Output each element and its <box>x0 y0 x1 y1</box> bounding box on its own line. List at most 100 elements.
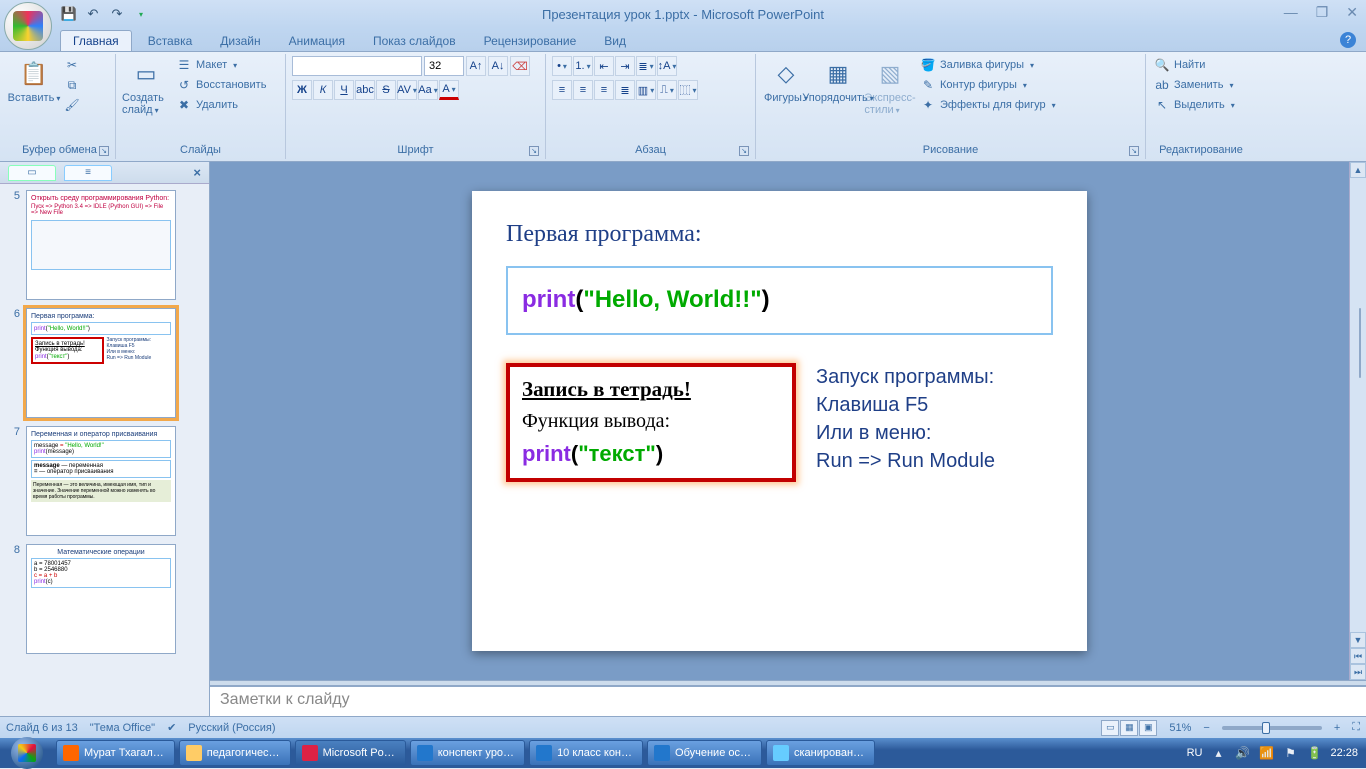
font-color-button[interactable]: A <box>439 80 459 100</box>
reset-button[interactable]: ↺Восстановить <box>174 76 268 94</box>
tray-chevron-icon[interactable]: ▴ <box>1210 745 1226 761</box>
dialog-launcher-icon[interactable]: ↘ <box>1129 146 1139 156</box>
align-text-button[interactable]: ⎍ <box>657 80 677 100</box>
text-direction-button[interactable]: ↕A <box>657 56 677 76</box>
network-icon[interactable]: 📶 <box>1258 745 1274 761</box>
outline-tab[interactable]: ≡ <box>64 165 112 181</box>
scroll-thumb[interactable] <box>1359 308 1361 378</box>
taskbar-item[interactable]: Microsoft Po… <box>295 740 406 766</box>
normal-view-button[interactable]: ▭ <box>1101 720 1119 736</box>
slideshow-view-button[interactable]: ▣ <box>1139 720 1157 736</box>
find-button[interactable]: 🔍Найти <box>1152 56 1237 74</box>
justify-button[interactable]: ≣ <box>615 80 635 100</box>
taskbar-item[interactable]: Мурат Тхагал… <box>56 740 175 766</box>
tab-slideshow[interactable]: Показ слайдов <box>361 31 468 51</box>
shadow-button[interactable]: abc <box>355 80 375 100</box>
copy-button[interactable]: ⧉ <box>62 76 82 94</box>
slides-tab[interactable]: ▭ <box>8 165 56 181</box>
save-icon[interactable]: 💾 <box>60 5 78 23</box>
tab-home[interactable]: Главная <box>60 30 132 51</box>
help-icon[interactable]: ? <box>1340 32 1356 48</box>
qat-dropdown-icon[interactable]: ▾ <box>132 5 150 23</box>
close-button[interactable]: ✕ <box>1346 4 1358 21</box>
zoom-value[interactable]: 51% <box>1169 722 1191 734</box>
indent-button[interactable]: ⇥ <box>615 56 635 76</box>
font-size-combo[interactable] <box>424 56 464 76</box>
scroll-down-icon[interactable]: ▼ <box>1350 632 1366 648</box>
dialog-launcher-icon[interactable]: ↘ <box>739 146 749 156</box>
change-case-button[interactable]: Aa <box>418 80 438 100</box>
taskbar-item[interactable]: 10 класс кон… <box>529 740 643 766</box>
columns-button[interactable]: ▥ <box>636 80 656 100</box>
zoom-out-button[interactable]: − <box>1203 722 1209 734</box>
next-slide-icon[interactable]: ⏭ <box>1350 664 1366 680</box>
tray-clock[interactable]: 22:28 <box>1330 747 1358 759</box>
numbering-button[interactable]: 1. <box>573 56 593 76</box>
redo-icon[interactable]: ↷ <box>108 5 126 23</box>
dialog-launcher-icon[interactable]: ↘ <box>529 146 539 156</box>
cut-button[interactable]: ✂ <box>62 56 82 74</box>
paste-button[interactable]: 📋 Вставить <box>10 56 58 104</box>
thumb-5[interactable]: 5 Открыть среду программирования Python:… <box>8 190 201 300</box>
undo-icon[interactable]: ↶ <box>84 5 102 23</box>
tab-animation[interactable]: Анимация <box>277 31 357 51</box>
char-spacing-button[interactable]: AV <box>397 80 417 100</box>
shrink-font-button[interactable]: A↓ <box>488 56 508 76</box>
new-slide-button[interactable]: ▭ Создать слайд <box>122 56 170 116</box>
strike-button[interactable]: S <box>376 80 396 100</box>
tab-design[interactable]: Дизайн <box>208 31 272 51</box>
tab-review[interactable]: Рецензирование <box>472 31 589 51</box>
align-right-button[interactable]: ≡ <box>594 80 614 100</box>
sorter-view-button[interactable]: ▦ <box>1120 720 1138 736</box>
spellcheck-icon[interactable]: ✔ <box>167 721 176 734</box>
zoom-in-button[interactable]: + <box>1334 722 1340 734</box>
shape-outline-button[interactable]: ✎Контур фигуры <box>918 76 1058 94</box>
taskbar-item[interactable]: педагогичес… <box>179 740 291 766</box>
outdent-button[interactable]: ⇤ <box>594 56 614 76</box>
volume-icon[interactable]: 🔊 <box>1234 745 1250 761</box>
language-status[interactable]: Русский (Россия) <box>188 722 275 734</box>
zoom-handle[interactable] <box>1262 722 1270 734</box>
align-left-button[interactable]: ≡ <box>552 80 572 100</box>
delete-slide-button[interactable]: ✖Удалить <box>174 96 268 114</box>
thumb-6[interactable]: 6 Первая программа: print("Hello, World!… <box>8 308 201 418</box>
vertical-scrollbar[interactable]: ▲ ▼ ⏮ ⏭ <box>1349 162 1366 680</box>
line-spacing-button[interactable]: ≣ <box>636 56 656 76</box>
align-center-button[interactable]: ≡ <box>573 80 593 100</box>
minimize-button[interactable]: — <box>1284 4 1298 21</box>
taskbar-item[interactable]: сканирован… <box>766 740 875 766</box>
shape-fill-button[interactable]: 🪣Заливка фигуры <box>918 56 1058 74</box>
smartart-button[interactable]: ⿲ <box>678 80 698 100</box>
replace-button[interactable]: abЗаменить <box>1152 76 1237 94</box>
start-button[interactable] <box>0 738 54 768</box>
restore-button[interactable]: ❐ <box>1316 4 1329 21</box>
office-button[interactable] <box>4 2 52 50</box>
tab-insert[interactable]: Вставка <box>136 31 205 51</box>
zoom-slider[interactable] <box>1222 726 1322 730</box>
slide-stage[interactable]: Первая программа: print("Hello, World!!"… <box>210 162 1366 680</box>
bold-button[interactable]: Ж <box>292 80 312 100</box>
tray-lang[interactable]: RU <box>1187 747 1203 759</box>
panel-close-icon[interactable]: × <box>193 165 201 180</box>
select-button[interactable]: ↖Выделить <box>1152 96 1237 114</box>
format-painter-button[interactable]: 🖌 <box>62 96 82 114</box>
quick-styles-button[interactable]: ▧Экспресс-стили <box>866 56 914 116</box>
action-center-icon[interactable]: ⚑ <box>1282 745 1298 761</box>
notes-pane[interactable]: Заметки к слайду <box>210 686 1366 716</box>
underline-button[interactable]: Ч <box>334 80 354 100</box>
shape-effects-button[interactable]: ✦Эффекты для фигур <box>918 96 1058 114</box>
scroll-up-icon[interactable]: ▲ <box>1350 162 1366 178</box>
font-name-combo[interactable] <box>292 56 422 76</box>
grow-font-button[interactable]: A↑ <box>466 56 486 76</box>
bullets-button[interactable]: • <box>552 56 572 76</box>
taskbar-item[interactable]: Обучение ос… <box>647 740 762 766</box>
battery-icon[interactable]: 🔋 <box>1306 745 1322 761</box>
thumb-7[interactable]: 7 Переменная и оператор присваивания mes… <box>8 426 201 536</box>
prev-slide-icon[interactable]: ⏮ <box>1350 648 1366 664</box>
dialog-launcher-icon[interactable]: ↘ <box>99 146 109 156</box>
fit-window-button[interactable]: ⛶ <box>1352 721 1360 734</box>
clear-format-button[interactable]: ⌫ <box>510 56 530 76</box>
layout-button[interactable]: ☰Макет <box>174 56 268 74</box>
tab-view[interactable]: Вид <box>592 31 638 51</box>
italic-button[interactable]: К <box>313 80 333 100</box>
